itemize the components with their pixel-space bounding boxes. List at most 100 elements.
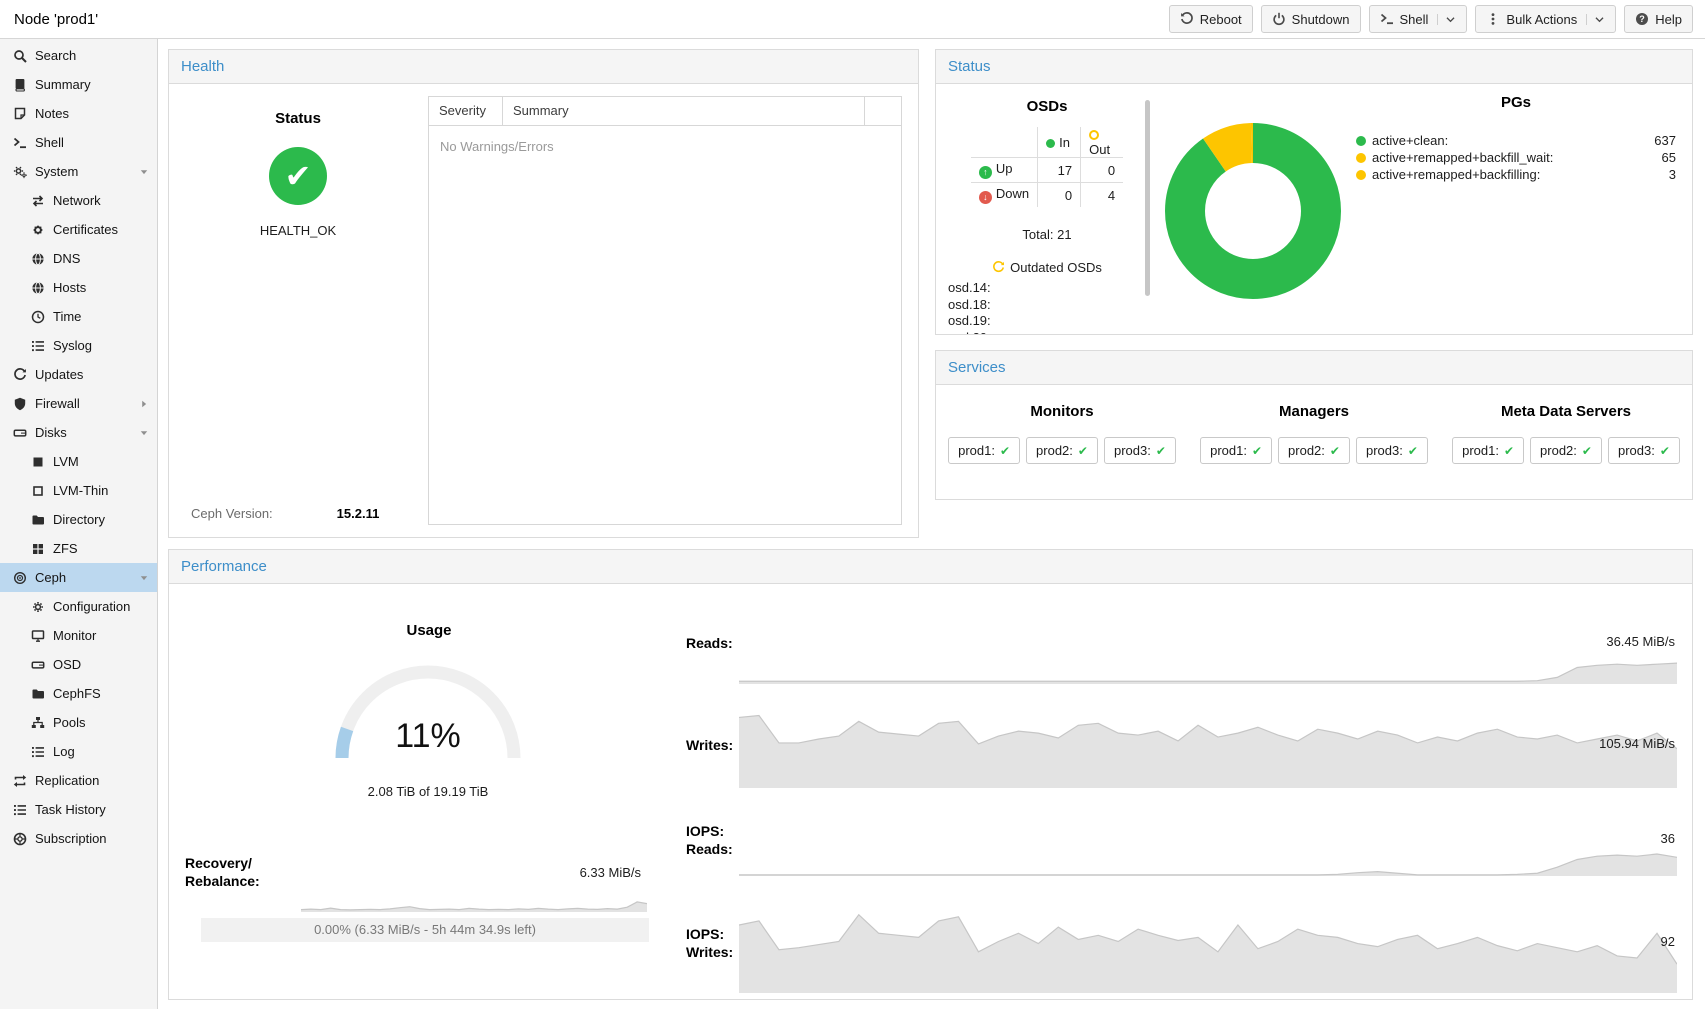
column-header-summary[interactable]: Summary (503, 97, 865, 125)
node-label: prod3: (1114, 443, 1151, 458)
health-status-value: HEALTH_OK (169, 223, 427, 238)
sidebar-item-search[interactable]: Search (0, 41, 157, 70)
column-header-severity[interactable]: Severity (429, 97, 503, 125)
sidebar-item-cephfs[interactable]: CephFS (0, 679, 157, 708)
sidebar-item-label: Syslog (53, 338, 92, 353)
sidebar-item-hosts[interactable]: Hosts (0, 273, 157, 302)
sidebar-item-osd[interactable]: OSD (0, 650, 157, 679)
health-panel: Health Status ✔ HEALTH_OK Ceph Version: … (168, 49, 919, 538)
clock-icon (31, 310, 45, 324)
osds-up-label: ↑Up (971, 158, 1038, 183)
globe-icon (31, 281, 45, 295)
sidebar-item-notes[interactable]: Notes (0, 99, 157, 128)
terminal-icon (1380, 12, 1394, 26)
check-icon: ✔ (1156, 444, 1166, 458)
proxmox-node-dashboard: { "topbar": { "title": "Node 'prod1'", "… (0, 0, 1705, 1009)
button-label: Bulk Actions (1506, 12, 1577, 27)
sidebar-item-pools[interactable]: Pools (0, 708, 157, 737)
sidebar-item-summary[interactable]: Summary (0, 70, 157, 99)
reboot-button[interactable]: Reboot (1169, 5, 1253, 33)
sidebar-item-task-history[interactable]: Task History (0, 795, 157, 824)
health-panel-header: Health (169, 50, 918, 84)
osds-col-out: Out (1081, 127, 1124, 158)
sidebar-item-syslog[interactable]: Syslog (0, 331, 157, 360)
sidebar-item-label: Hosts (53, 280, 86, 295)
service-node-monitors-prod2: prod2:✔ (1026, 437, 1098, 464)
node-label: prod3: (1366, 443, 1403, 458)
list-icon (31, 745, 45, 759)
sidebar-item-firewall[interactable]: Firewall (0, 389, 157, 418)
outdated-osds-heading: Outdated OSDs (948, 260, 1146, 275)
ceph-version-row: Ceph Version: 15.2.11 (191, 506, 417, 521)
service-node-meta-data-servers-prod2: prod2:✔ (1530, 437, 1602, 464)
check-icon: ✔ (1252, 444, 1262, 458)
legend-value: 65 (1662, 150, 1676, 165)
sidebar-item-log[interactable]: Log (0, 737, 157, 766)
sidebar-item-label: Subscription (35, 831, 107, 846)
osds-heading: OSDs (948, 98, 1146, 115)
caret-down-icon[interactable] (139, 428, 149, 438)
caret-down-icon[interactable] (139, 573, 149, 583)
dropdown-arrow[interactable] (1586, 14, 1605, 25)
button-label: Help (1655, 12, 1682, 27)
sidebar-item-updates[interactable]: Updates (0, 360, 157, 389)
sidebar-item-network[interactable]: Network (0, 186, 157, 215)
sidebar-item-subscription[interactable]: Subscription (0, 824, 157, 853)
certificate-icon (31, 223, 45, 237)
hdd-icon (31, 658, 45, 672)
shell-button[interactable]: Shell (1369, 5, 1468, 33)
service-group-meta-data-servers: Meta Data Serversprod1:✔prod2:✔prod3:✔ (1440, 395, 1692, 499)
bulk-actions-button[interactable]: Bulk Actions (1475, 5, 1616, 33)
pgs-donut-chart (1165, 123, 1341, 299)
sidebar-item-configuration[interactable]: Configuration (0, 592, 157, 621)
recovery-label: Recovery/ Rebalance: (185, 854, 260, 890)
sidebar-item-directory[interactable]: Directory (0, 505, 157, 534)
status-panel-body: OSDs In Out ↑Up 17 0 ↓Down 0 4 Tota (936, 84, 1692, 334)
sidebar-item-system[interactable]: System (0, 157, 157, 186)
iops-writes-value: 92 (1661, 934, 1675, 949)
outdated-osd-item: osd.20: (948, 330, 1146, 335)
sidebar-item-zfs[interactable]: ZFS (0, 534, 157, 563)
shutdown-button[interactable]: Shutdown (1261, 5, 1361, 33)
node-label: prod2: (1540, 443, 1577, 458)
performance-panel-header: Performance (169, 550, 1692, 584)
dropdown-arrow[interactable] (1437, 14, 1456, 25)
sidebar-item-time[interactable]: Time (0, 302, 157, 331)
status-panel: Status OSDs In Out ↑Up 17 0 ↓Down 0 4 (935, 49, 1693, 335)
osds-header-row: In Out (971, 127, 1123, 158)
node-label: prod1: (1210, 443, 1247, 458)
sidebar-item-label: Updates (35, 367, 83, 382)
status-scrollbar[interactable] (1145, 100, 1150, 296)
caret-right-icon[interactable] (139, 399, 149, 409)
network-icon (31, 194, 45, 208)
sidebar-item-label: Summary (35, 77, 91, 92)
topbar: Node 'prod1' RebootShutdownShellBulk Act… (0, 0, 1705, 39)
column-header-spacer (865, 97, 901, 125)
sidebar-item-certificates[interactable]: Certificates (0, 215, 157, 244)
health-status-column: Status ✔ HEALTH_OK Ceph Version: 15.2.11 (169, 84, 427, 537)
osds-down-in-value: 0 (1038, 183, 1081, 208)
sidebar-item-lvm-thin[interactable]: LVM-Thin (0, 476, 157, 505)
sidebar-item-label: LVM-Thin (53, 483, 108, 498)
help-button[interactable]: ?Help (1624, 5, 1693, 33)
sidebar-item-disks[interactable]: Disks (0, 418, 157, 447)
folder-icon (31, 513, 45, 527)
sidebar-item-monitor[interactable]: Monitor (0, 621, 157, 650)
refresh-icon (992, 261, 1005, 274)
sidebar-item-dns[interactable]: DNS (0, 244, 157, 273)
sidebar-item-label: OSD (53, 657, 81, 672)
services-panel-title: Services (948, 359, 1006, 376)
ceph-version-value: 15.2.11 (337, 506, 380, 521)
sidebar-item-shell[interactable]: Shell (0, 128, 157, 157)
osds-down-label: ↓Down (971, 183, 1038, 208)
service-group-heading: Monitors (1030, 403, 1093, 420)
sidebar-item-ceph[interactable]: Ceph (0, 563, 157, 592)
topbar-buttons: Reboot Shutdown Shell Bulk Actions ?Help (1169, 5, 1693, 33)
ceph-version-label: Ceph Version: (191, 506, 273, 521)
caret-down-icon[interactable] (139, 167, 149, 177)
check-icon: ✔ (1000, 444, 1010, 458)
sidebar-item-replication[interactable]: Replication (0, 766, 157, 795)
osds-block: OSDs In Out ↑Up 17 0 ↓Down 0 4 Tota (948, 84, 1146, 334)
services-panel: Services Monitorsprod1:✔prod2:✔prod3:✔Ma… (935, 350, 1693, 500)
sidebar-item-lvm[interactable]: LVM (0, 447, 157, 476)
